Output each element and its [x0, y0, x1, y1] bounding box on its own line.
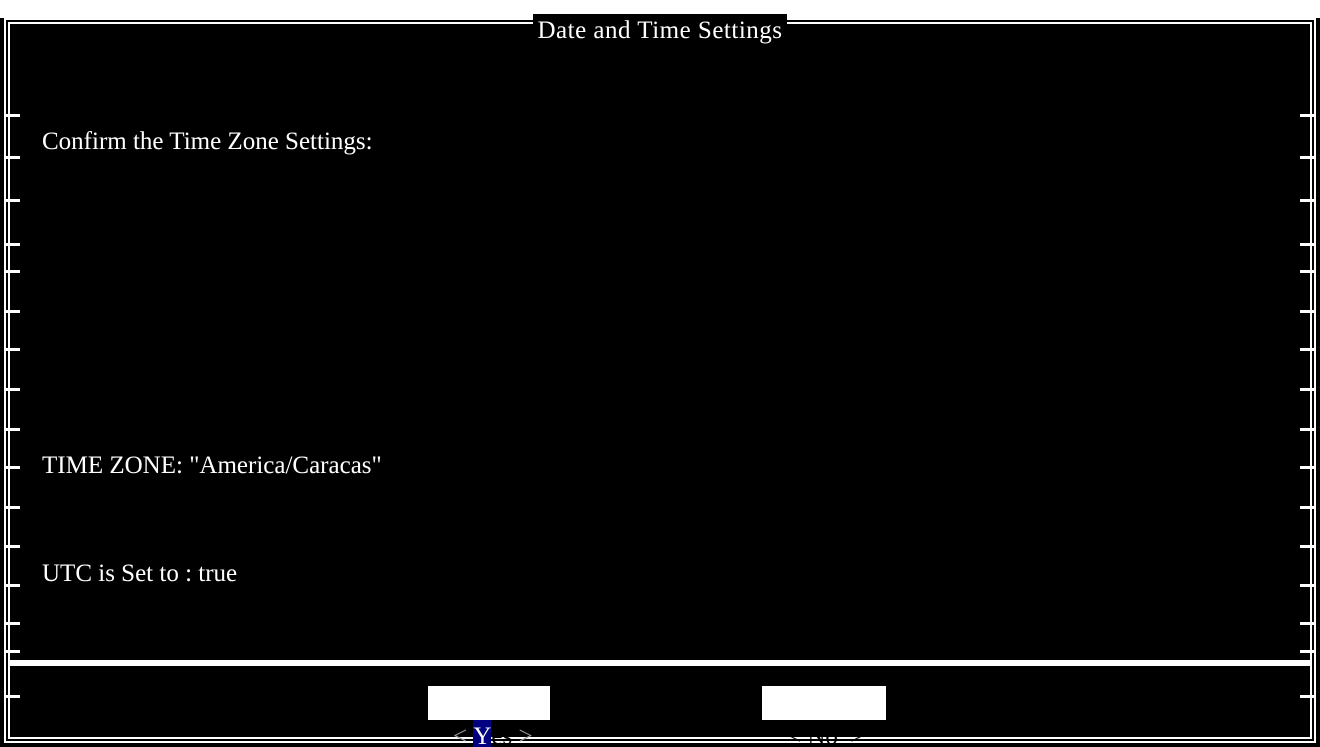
- yes-label-rest: es: [491, 723, 513, 747]
- right-border-tick: [1300, 243, 1316, 246]
- right-border-ticks: [1300, 18, 1316, 743]
- right-border-tick: [1300, 388, 1316, 391]
- right-border-tick: [1300, 348, 1316, 351]
- right-border-tick: [1300, 114, 1316, 117]
- left-border-tick: [4, 622, 20, 625]
- left-border-tick: [4, 114, 20, 117]
- left-border-tick: [4, 466, 20, 469]
- right-border-tick: [1300, 199, 1316, 202]
- yes-close-bracket: >: [512, 723, 533, 747]
- left-border-tick: [4, 310, 20, 313]
- no-label-rest: o: [825, 723, 838, 747]
- left-border-tick: [4, 584, 20, 587]
- right-border-tick: [1300, 622, 1316, 625]
- dialog-content: Confirm the Time Zone Settings: TIME ZON…: [42, 52, 382, 628]
- yes-hotkey: Y: [473, 720, 492, 747]
- no-close-bracket: >: [837, 723, 865, 747]
- left-border-tick: [4, 199, 20, 202]
- right-border-tick: [1300, 466, 1316, 469]
- right-border-tick: [1300, 506, 1316, 509]
- left-border-tick: [4, 348, 20, 351]
- yes-open-bracket: <: [453, 723, 474, 747]
- left-border-tick: [4, 388, 20, 391]
- right-border-tick: [1300, 545, 1316, 548]
- top-band: [0, 0, 1320, 18]
- right-border-tick: [1300, 650, 1316, 653]
- no-open-bracket: <: [787, 723, 808, 747]
- right-border-tick: [1300, 310, 1316, 313]
- right-border-tick: [1300, 584, 1316, 587]
- yes-button[interactable]: < Yes >: [428, 686, 550, 747]
- no-button[interactable]: < No >: [762, 686, 886, 747]
- time-zone-line: TIME ZONE: "America/Caracas": [42, 452, 382, 479]
- right-border-tick: [1300, 270, 1316, 273]
- utc-line: UTC is Set to : true: [42, 560, 238, 587]
- no-hotkey: N: [807, 723, 826, 747]
- left-border-tick: [4, 270, 20, 273]
- right-border-tick: [1300, 428, 1316, 431]
- left-border-tick: [4, 650, 20, 653]
- left-border-tick: [4, 428, 20, 431]
- left-border-tick: [4, 243, 20, 246]
- button-separator: [10, 660, 1310, 666]
- left-border-tick: [4, 506, 20, 509]
- left-border-tick: [4, 545, 20, 548]
- left-border-tick: [4, 156, 20, 159]
- dialog-heading: Confirm the Time Zone Settings:: [42, 128, 373, 155]
- button-bar: < Yes > < No >: [0, 686, 1320, 747]
- right-border-tick: [1300, 156, 1316, 159]
- left-border-ticks: [4, 18, 20, 743]
